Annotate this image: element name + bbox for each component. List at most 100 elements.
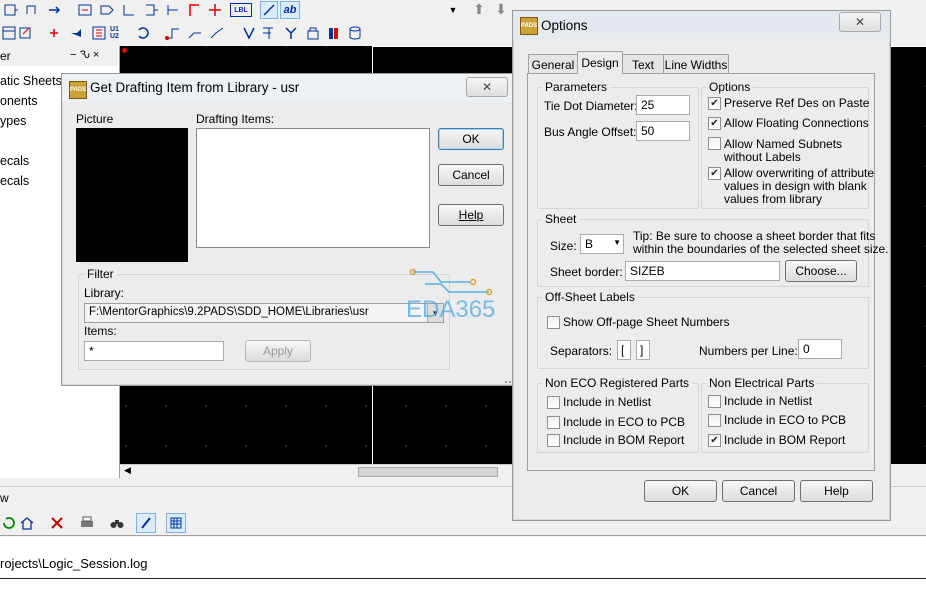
tree-item-components[interactable]: onents: [0, 94, 38, 108]
non-elec-eco-checkbox[interactable]: [708, 414, 721, 427]
route-corner-icon[interactable]: [186, 24, 204, 42]
tree-item-decals-2[interactable]: ecals: [0, 174, 29, 188]
tree-item-schematic-sheets[interactable]: atic Sheets: [0, 74, 62, 88]
route-icon[interactable]: [164, 24, 182, 42]
library-select-value: F:\MentorGraphics\9.2PADS\SDD_HOME\Libra…: [89, 306, 369, 318]
add-bus-icon[interactable]: [46, 1, 64, 19]
add-pin-icon[interactable]: [68, 24, 86, 42]
drafting-items-label: Drafting Items:: [196, 112, 275, 126]
library-select[interactable]: F:\MentorGraphics\9.2PADS\SDD_HOME\Libra…: [84, 303, 444, 323]
panel-title: er: [0, 49, 11, 63]
options-group-label: Options: [706, 80, 754, 94]
non-eco-eco-checkbox[interactable]: [547, 416, 560, 429]
down-arrow-icon[interactable]: ⬇: [492, 0, 510, 18]
add-2d-line-icon[interactable]: [164, 1, 182, 19]
rotate-icon[interactable]: [134, 24, 152, 42]
separator-right-input[interactable]: ]: [636, 340, 650, 360]
non-eco-bom-label: Include in BOM Report: [563, 433, 685, 447]
select-net-icon[interactable]: [260, 24, 278, 42]
tab-text[interactable]: Text: [622, 54, 664, 74]
drafting-ok-button[interactable]: OK: [438, 128, 504, 150]
bus-angle-input[interactable]: 50: [636, 121, 690, 141]
split-net-icon[interactable]: [282, 24, 300, 42]
home-icon[interactable]: [18, 514, 36, 532]
library-label: Library:: [84, 286, 125, 300]
route-split-icon[interactable]: [208, 24, 226, 42]
edit-wire-icon[interactable]: [260, 1, 278, 19]
tab-line-widths[interactable]: Line Widths: [663, 54, 729, 74]
properties-icon[interactable]: [16, 24, 34, 42]
size-select[interactable]: B ▼: [580, 234, 624, 254]
grid-view-icon[interactable]: [166, 513, 186, 533]
non-elec-netlist-checkbox[interactable]: [708, 395, 721, 408]
separator-left-input[interactable]: [: [617, 340, 631, 360]
options-ok-button[interactable]: OK: [644, 480, 717, 502]
scroll-thumb[interactable]: [358, 467, 498, 477]
non-eco-bom-checkbox[interactable]: [547, 434, 560, 447]
output-log-area: rojects\Logic_Session.log: [0, 537, 926, 595]
tab-design[interactable]: Design: [577, 51, 623, 74]
options-close-button[interactable]: ✕: [839, 12, 881, 32]
add-field-icon[interactable]: [142, 1, 160, 19]
options-dialog-titlebar[interactable]: PADS Options ✕: [513, 11, 890, 39]
drafting-cancel-button[interactable]: Cancel: [438, 164, 504, 186]
allow-overwrite-label-3: values from library: [724, 192, 823, 206]
add-part-icon[interactable]: [2, 1, 20, 19]
refresh-icon[interactable]: [0, 514, 18, 532]
up-arrow-icon[interactable]: ⬆: [470, 0, 488, 18]
add-field-icon-2[interactable]: [304, 24, 322, 42]
add-split-icon[interactable]: [206, 1, 224, 19]
show-off-page-checkbox[interactable]: [547, 316, 560, 329]
add-port-icon[interactable]: [98, 1, 116, 19]
add-net-label-icon[interactable]: [120, 1, 138, 19]
tie-dot-input[interactable]: 25: [636, 95, 690, 115]
items-label: Items:: [84, 324, 117, 338]
database-icon[interactable]: [346, 24, 364, 42]
off-sheet-label: Off-Sheet Labels: [542, 290, 638, 304]
non-elec-eco-label: Include in ECO to PCB: [724, 413, 847, 427]
allow-named-subnets-checkbox[interactable]: [708, 137, 721, 150]
add-ref-icon[interactable]: [90, 24, 108, 42]
allow-overwrite-checkbox[interactable]: [708, 167, 721, 180]
numbers-per-line-input[interactable]: 0: [798, 339, 842, 359]
tree-item-types[interactable]: ypes: [0, 114, 26, 128]
library-icon[interactable]: [326, 24, 344, 42]
drafting-items-list[interactable]: [196, 128, 430, 248]
sheet-border-input[interactable]: SIZEB: [625, 261, 780, 281]
apply-button[interactable]: Apply: [245, 340, 311, 362]
edit-pen-icon[interactable]: [136, 513, 156, 533]
allow-named-subnets-label-1: Allow Named Subnets: [724, 137, 843, 151]
add-gate-icon[interactable]: [46, 24, 64, 42]
add-text-icon[interactable]: LBL: [230, 3, 252, 17]
drafting-close-button[interactable]: ✕: [466, 77, 508, 97]
pads-app-icon: PADS: [520, 17, 538, 35]
delete-icon[interactable]: [48, 514, 66, 532]
find-binoculars-icon[interactable]: [108, 514, 126, 532]
choose-border-button[interactable]: Choose...: [785, 260, 857, 282]
add-connection-icon[interactable]: [24, 1, 42, 19]
items-filter-input[interactable]: *: [84, 341, 224, 361]
add-ab-text-icon[interactable]: ab: [280, 1, 300, 19]
add-offpage-icon[interactable]: [76, 1, 94, 19]
drafting-dialog-titlebar[interactable]: PADS Get Drafting Item from Library - us…: [62, 74, 517, 102]
chevron-down-icon[interactable]: ▼: [613, 238, 621, 247]
tab-general[interactable]: General: [528, 54, 578, 74]
preserve-ref-checkbox[interactable]: [708, 97, 721, 110]
query-icon[interactable]: [240, 24, 258, 42]
options-help-button[interactable]: Help: [800, 480, 873, 502]
dropdown-arrow-icon[interactable]: ▼: [444, 1, 462, 19]
add-corner-icon[interactable]: [186, 1, 204, 19]
scroll-left-icon[interactable]: ◀: [124, 465, 131, 476]
origin-marker: [122, 48, 127, 53]
drafting-help-button[interactable]: Help: [438, 204, 504, 226]
tree-item-decals-1[interactable]: ecals: [0, 154, 29, 168]
panel-pin-controls[interactable]: − Ԅ ×: [70, 49, 99, 61]
horizontal-scrollbar[interactable]: ◀: [120, 464, 512, 478]
swap-ref-icon[interactable]: U1 U2: [110, 24, 128, 42]
print-icon[interactable]: [78, 514, 96, 532]
options-cancel-button[interactable]: Cancel: [722, 480, 795, 502]
allow-floating-checkbox[interactable]: [708, 117, 721, 130]
get-drafting-item-dialog: PADS Get Drafting Item from Library - us…: [61, 73, 518, 386]
non-elec-bom-checkbox[interactable]: [708, 434, 721, 447]
non-eco-netlist-checkbox[interactable]: [547, 396, 560, 409]
